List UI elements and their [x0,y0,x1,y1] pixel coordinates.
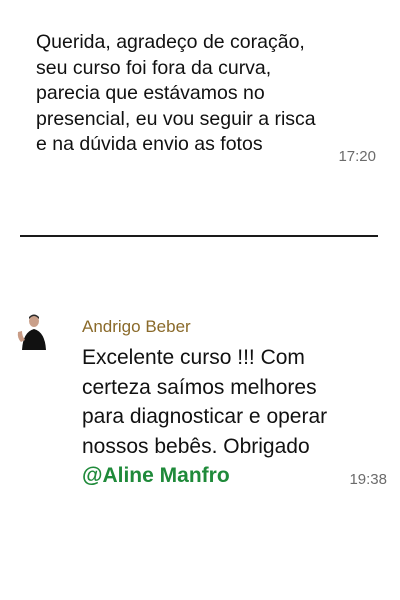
message-body: Excelente curso !!! Com certeza saímos m… [82,346,328,458]
message-text: Querida, agradeço de coração, seu curso … [36,31,316,155]
message-timestamp: 17:20 [338,148,376,165]
person-avatar-icon [17,314,46,350]
divider [20,235,378,237]
mention-link[interactable]: @Aline Manfro [82,464,230,487]
sender-name[interactable]: Andrigo Beber [82,315,387,339]
avatar[interactable] [14,312,48,350]
message-timestamp: 19:38 [349,471,387,488]
message-bubble-1: Querida, agradeço de coração, seu curso … [36,30,376,165]
message-text: Excelente curso !!! Com certeza saímos m… [82,343,387,491]
message-bubble-2: Andrigo Beber Excelente curso !!! Com ce… [82,315,387,491]
